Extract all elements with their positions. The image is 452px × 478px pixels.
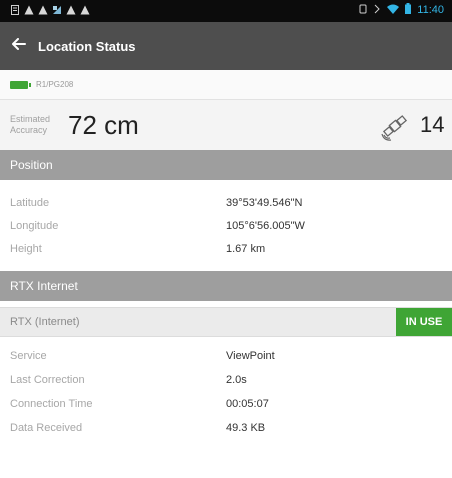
rtx-source-label: RTX (Internet) [10,316,80,328]
wifi-icon [387,4,400,17]
battery-icon [405,3,412,17]
app-notification-icon [52,4,62,16]
satellite-count: 14 [420,112,445,137]
warning-icon [38,4,48,16]
accuracy-value: 72 cm [68,109,139,140]
row-value: 105°6'56.005"W [226,220,305,232]
arrow-left-icon [12,37,26,55]
row-label: Service [10,350,47,362]
battery-icon [10,80,31,89]
row-label: Longitude [10,220,59,232]
connection-time-row: Connection Time 00:05:07 [0,393,452,415]
row-value: 2.0s [226,374,247,386]
row-label: Height [10,243,42,255]
alarm-icon [359,4,367,17]
rtx-section-header: RTX Internet [0,271,452,301]
device-id: R1/PG208 [36,80,74,89]
notification-icons [10,4,90,16]
rtx-source-row[interactable]: RTX (Internet) IN USE [0,307,452,337]
height-row: Height 1.67 km [0,238,452,260]
accuracy-label: Estimated Accuracy [10,114,51,135]
row-value: 39°53'49.546"N [226,197,303,209]
row-label: Data Received [10,422,83,434]
row-value: ViewPoint [226,350,275,362]
in-use-badge: IN USE [396,308,452,336]
app-bar: Location Status [0,22,452,70]
device-row: R1/PG208 [0,70,452,100]
last-correction-row: Last Correction 2.0s [0,369,452,391]
clock: 11:40 [417,4,444,16]
status-bar: 11:40 [0,0,452,22]
warning-icon [66,4,76,16]
latitude-row: Latitude 39°53'49.546"N [0,192,452,214]
data-received-row: Data Received 49.3 KB [0,417,452,439]
row-label: Connection Time [10,398,93,410]
row-value: 00:05:07 [226,398,269,410]
warning-icon [80,4,90,16]
position-section-header: Position [0,150,452,180]
row-value: 1.67 km [226,243,266,255]
longitude-row: Longitude 105°6'56.005"W [0,215,452,237]
back-button[interactable] [0,22,38,70]
vibrate-icon [373,4,381,17]
row-label: Last Correction [10,374,85,386]
page-title: Location Status [38,38,136,54]
accuracy-panel: Estimated Accuracy 72 cm 14 [0,100,452,150]
row-value: 49.3 KB [226,422,266,434]
service-row: Service ViewPoint [0,345,452,367]
warning-icon [24,4,34,16]
satellite-icon [380,111,410,141]
row-label: Latitude [10,197,50,209]
system-status: 11:40 [359,3,444,17]
notification-icon [10,4,20,16]
